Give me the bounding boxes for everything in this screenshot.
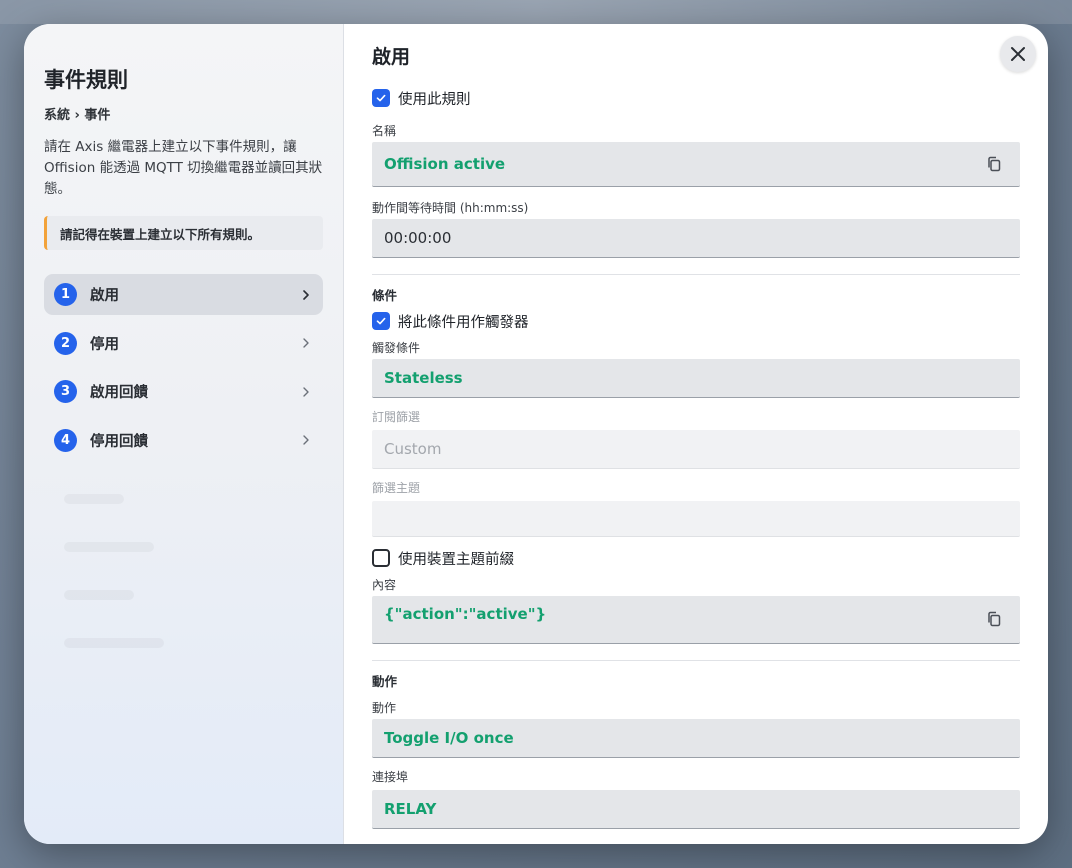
trigger-select[interactable]: Stateless — [372, 359, 1020, 398]
faded-row — [64, 638, 164, 648]
chevron-right-icon — [303, 338, 309, 348]
action-select[interactable]: Toggle I/O once — [372, 719, 1020, 758]
step-item-activate[interactable]: 1 啟用 — [44, 274, 323, 315]
rule-title: 啟用 — [372, 46, 411, 68]
step-number: 4 — [54, 428, 77, 452]
subscription-filter-label: 訂閱篩選 — [372, 410, 421, 424]
use-rule-checkbox[interactable] — [372, 89, 390, 107]
event-rules-dialog: 事件規則 系統 › 事件 請在 Axis 繼電器上建立以下事件規則，讓 Offi… — [24, 24, 1048, 844]
step-label: 啟用回饋 — [90, 385, 148, 401]
filter-topic-input — [372, 501, 1020, 537]
wait-time-label: 動作間等待時間 (hh:mm:ss) — [372, 201, 529, 215]
filter-topic-label: 篩選主題 — [372, 481, 421, 495]
content-field[interactable]: {"action":"active"} — [372, 596, 1020, 644]
port-label: 連接埠 — [372, 770, 409, 784]
content-label: 內容 — [372, 578, 397, 592]
name-label: 名稱 — [372, 124, 397, 138]
wait-time-value: 00:00:00 — [384, 229, 452, 247]
action-section-title: 動作 — [372, 674, 398, 689]
check-icon — [376, 317, 386, 325]
rule-steps: 1 啟用 2 停用 3 啟用回饋 4 停用回饋 — [44, 274, 323, 461]
chevron-right-icon — [303, 386, 309, 397]
device-prefix-label: 使用裝置主題前綴 — [398, 551, 514, 568]
use-rule-label: 使用此規則 — [398, 91, 471, 108]
copy-icon[interactable] — [986, 611, 1002, 627]
faded-background-rows — [64, 494, 164, 686]
step-number: 1 — [54, 283, 77, 306]
breadcrumb: 系統 › 事件 — [44, 108, 111, 123]
name-value: Offision active — [384, 155, 506, 173]
close-icon — [1011, 47, 1025, 61]
subscription-filter-select: Custom — [372, 430, 1020, 469]
trigger-label: 觸發條件 — [372, 341, 421, 355]
device-prefix-checkbox[interactable] — [372, 549, 390, 567]
step-label: 啟用 — [90, 288, 119, 304]
action-label: 動作 — [372, 701, 397, 715]
divider — [372, 274, 1020, 275]
backdrop — [0, 0, 1072, 24]
step-item-activate-feedback[interactable]: 3 啟用回饋 — [44, 371, 323, 412]
faded-row — [64, 494, 124, 504]
port-select[interactable]: RELAY — [372, 790, 1020, 829]
sidebar-description: 請在 Axis 繼電器上建立以下事件規則，讓 Offision 能透過 MQTT… — [44, 139, 323, 197]
use-trigger-label: 將此條件用作觸發器 — [398, 314, 529, 331]
step-label: 停用 — [90, 336, 119, 353]
action-value: Toggle I/O once — [384, 729, 514, 747]
condition-section-title: 條件 — [372, 288, 398, 303]
reminder-note: 請記得在裝置上建立以下所有規則。 — [44, 216, 323, 250]
port-value: RELAY — [384, 800, 437, 818]
sidebar-title: 事件規則 — [44, 68, 128, 92]
use-rule-row[interactable]: 使用此規則 — [372, 86, 1020, 110]
wait-time-input[interactable]: 00:00:00 — [372, 219, 1020, 258]
device-prefix-row[interactable]: 使用裝置主題前綴 — [372, 546, 1020, 570]
subscription-filter-value: Custom — [384, 440, 442, 458]
name-field[interactable]: Offision active — [372, 142, 1020, 187]
step-number: 3 — [54, 380, 77, 403]
faded-row — [64, 590, 134, 600]
close-button[interactable] — [1000, 36, 1036, 72]
step-item-deactivate-feedback[interactable]: 4 停用回饋 — [44, 420, 323, 461]
divider — [372, 660, 1020, 661]
step-item-deactivate[interactable]: 2 停用 — [44, 323, 323, 364]
sidebar: 事件規則 系統 › 事件 請在 Axis 繼電器上建立以下事件規則，讓 Offi… — [24, 24, 344, 844]
copy-icon[interactable] — [986, 156, 1002, 172]
content-value: {"action":"active"} — [384, 605, 547, 623]
step-number: 2 — [54, 331, 77, 355]
use-trigger-row[interactable]: 將此條件用作觸發器 — [372, 309, 1020, 333]
check-icon — [376, 94, 386, 102]
faded-row — [64, 542, 154, 552]
step-label: 停用回饋 — [90, 433, 148, 450]
trigger-value: Stateless — [384, 369, 463, 387]
use-trigger-checkbox[interactable] — [372, 312, 390, 330]
chevron-right-icon — [303, 435, 309, 445]
chevron-right-icon — [303, 289, 309, 300]
reminder-note-text: 請記得在裝置上建立以下所有規則。 — [60, 226, 261, 242]
rule-editor: 啟用 使用此規則 名稱 Offision active 動作間等待時間 (hh:… — [344, 24, 1048, 844]
